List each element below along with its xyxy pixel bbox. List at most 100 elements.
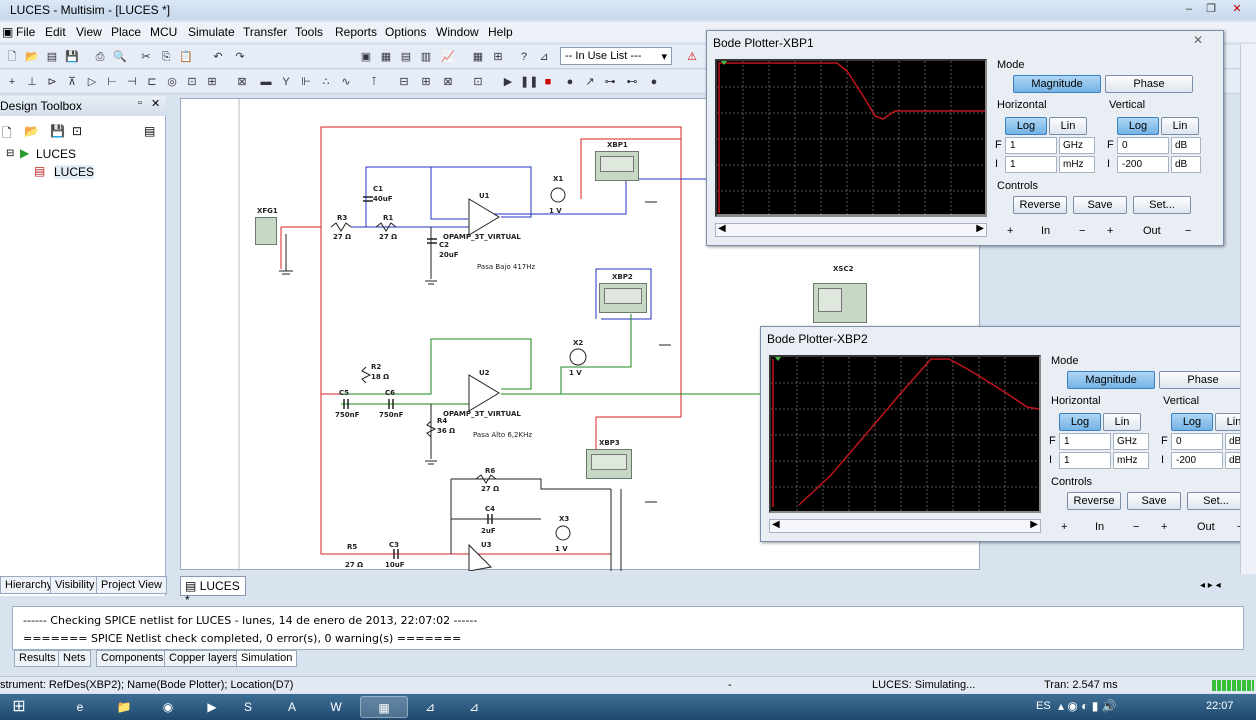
bode1-v-final-unit[interactable]: dB <box>1171 137 1201 154</box>
new-design-icon[interactable]: 🗋 <box>2 124 12 145</box>
clock[interactable]: 22:07 <box>1206 700 1234 712</box>
scroll-right-icon[interactable]: ▶ <box>1030 519 1038 530</box>
basic-icon[interactable]: ⊥ <box>24 74 40 90</box>
bode1-h-lin-button[interactable]: Lin <box>1049 117 1087 135</box>
multisim-task-icon[interactable]: ▦ <box>360 696 408 718</box>
menu-help[interactable]: Help <box>488 25 513 39</box>
ie-icon[interactable]: e <box>58 696 102 718</box>
bode1-set-button[interactable]: Set... <box>1133 196 1191 214</box>
bode1-v-initial-input[interactable]: -200 <box>1117 156 1169 173</box>
open-icon[interactable]: 📂 <box>24 49 40 65</box>
spreadsheet-icon[interactable]: ▤ <box>398 49 414 65</box>
filter-icon[interactable]: ⊿ <box>536 49 552 65</box>
bode1-save-button[interactable]: Save <box>1073 196 1127 214</box>
bode1-v-initial-unit[interactable]: dB <box>1171 156 1201 173</box>
save-design-icon[interactable]: 💾 <box>50 124 65 138</box>
analysis-icon[interactable]: ⊶ <box>602 74 618 90</box>
app-icon-1[interactable]: ⊿ <box>408 696 452 718</box>
bode1-v-log-button[interactable]: Log <box>1117 117 1159 135</box>
net-icon[interactable]: ⊞ <box>418 74 434 90</box>
new-sheet-icon[interactable]: ⊡ <box>72 124 82 138</box>
redo-icon[interactable]: ↷ <box>232 49 248 65</box>
ttl-icon[interactable]: ⊢ <box>104 74 120 90</box>
record-icon[interactable]: ● <box>646 74 662 90</box>
skype-icon[interactable]: S <box>226 696 270 718</box>
firefox-icon[interactable]: ◉ <box>146 696 190 718</box>
copy-icon[interactable]: ⎘ <box>158 49 174 65</box>
source-icon[interactable]: + <box>4 74 20 90</box>
restore-button[interactable]: ❐ <box>1200 1 1222 17</box>
calc-icon[interactable]: ▦ <box>470 49 486 65</box>
tab-simulation[interactable]: Simulation <box>236 650 298 667</box>
bode1-out-minus[interactable]: − <box>1185 225 1191 237</box>
open-sample-icon[interactable]: ▤ <box>44 49 60 65</box>
bode2-h-final-input[interactable]: 1 <box>1059 433 1111 450</box>
bode1-h-final-unit[interactable]: GHz <box>1059 137 1095 154</box>
pin-icon[interactable]: ▫ <box>138 97 142 109</box>
pcb-icon[interactable]: ⊞ <box>490 49 506 65</box>
bode2-v-final-input[interactable]: 0 <box>1171 433 1223 450</box>
bode1-magnitude-button[interactable]: Magnitude <box>1013 75 1101 93</box>
bode2-h-lin-button[interactable]: Lin <box>1103 413 1141 431</box>
run-icon[interactable]: ▶ <box>500 74 516 90</box>
bode2-save-button[interactable]: Save <box>1127 492 1181 510</box>
tab-hierarchy[interactable]: Hierarchy <box>0 576 58 594</box>
bode2-set-button[interactable]: Set... <box>1187 492 1245 510</box>
menu-tools[interactable]: Tools <box>295 25 323 39</box>
mixed-icon[interactable]: ⊏ <box>144 74 160 90</box>
bode2-in-plus[interactable]: + <box>1061 521 1067 533</box>
print-icon[interactable]: ⎙ <box>92 49 108 65</box>
sheet-tab-luces[interactable]: ▤ LUCES * <box>180 576 246 607</box>
rf-icon[interactable]: ⊠ <box>234 74 250 90</box>
cut-icon[interactable]: ✂ <box>138 49 154 65</box>
bode2-reverse-button[interactable]: Reverse <box>1067 492 1121 510</box>
bode1-out-plus[interactable]: + <box>1107 225 1113 237</box>
bode1-phase-button[interactable]: Phase <box>1105 75 1193 93</box>
sheet-tab-nav[interactable]: ◂ ▸ ◂ <box>1200 580 1250 594</box>
menu-edit[interactable]: Edit <box>45 25 66 39</box>
new-icon[interactable]: 🗋 <box>4 49 20 65</box>
instrument-icon[interactable]: ⊷ <box>624 74 640 90</box>
electromech-icon[interactable]: ▬ <box>258 74 274 90</box>
bus-icon[interactable]: ∴ <box>318 74 334 90</box>
step-icon[interactable]: ● <box>562 74 578 90</box>
diode-icon[interactable]: ⊳ <box>44 74 60 90</box>
scroll-right-icon[interactable]: ▶ <box>976 223 984 234</box>
save-icon[interactable]: 💾 <box>64 49 80 65</box>
close-button[interactable]: ✕ <box>1226 1 1248 17</box>
bode1-reverse-button[interactable]: Reverse <box>1013 196 1067 214</box>
bode2-v-log-button[interactable]: Log <box>1171 413 1213 431</box>
oscilloscope-xsc2[interactable] <box>813 283 867 323</box>
menu-reports[interactable]: Reports <box>335 25 377 39</box>
menu-window[interactable]: Window <box>436 25 479 39</box>
probe-icon[interactable]: ⊺ <box>366 74 382 90</box>
bode1-close-icon[interactable]: ✕ <box>1193 33 1203 47</box>
tab-visibility[interactable]: Visibility <box>50 576 100 594</box>
menu-file[interactable]: File <box>16 25 35 39</box>
tab-project-view[interactable]: Project View <box>96 576 167 594</box>
bode1-h-initial-input[interactable]: 1 <box>1005 156 1057 173</box>
bode1-scrollbar[interactable]: ◀ ▶ <box>715 223 987 237</box>
bode2-v-initial-input[interactable]: -200 <box>1171 452 1223 469</box>
stop-icon[interactable]: ■ <box>540 74 556 90</box>
word-icon[interactable]: W <box>314 696 358 718</box>
bode1-h-initial-unit[interactable]: mHz <box>1059 156 1095 173</box>
menu-mcu[interactable]: MCU <box>150 25 177 39</box>
explorer-icon[interactable]: 📁 <box>102 696 146 718</box>
bode2-h-log-button[interactable]: Log <box>1059 413 1101 431</box>
tray-icons[interactable]: ▴ ◉ ◐ ▮ 🔊 <box>1058 699 1117 713</box>
connector-icon[interactable]: ∿ <box>338 74 354 90</box>
pause-icon[interactable]: ❚❚ <box>520 74 538 90</box>
antenna-icon[interactable]: Y <box>278 74 294 90</box>
bode2-h-initial-input[interactable]: 1 <box>1059 452 1111 469</box>
scroll-left-icon[interactable]: ◀ <box>718 223 726 234</box>
hierarchy-icon[interactable]: ⊡ <box>470 74 486 90</box>
probe-tool-icon[interactable]: ↗ <box>582 74 598 90</box>
bode-instrument-xbp3[interactable] <box>586 449 632 479</box>
tab-copper-layers[interactable]: Copper layers <box>164 650 243 667</box>
open-design-icon[interactable]: 📂 <box>24 124 39 138</box>
grapher-icon[interactable]: 📈 <box>440 49 456 65</box>
bode1-v-final-input[interactable]: 0 <box>1117 137 1169 154</box>
bode1-in-plus[interactable]: + <box>1007 225 1013 237</box>
bode2-in-minus[interactable]: − <box>1133 521 1139 533</box>
